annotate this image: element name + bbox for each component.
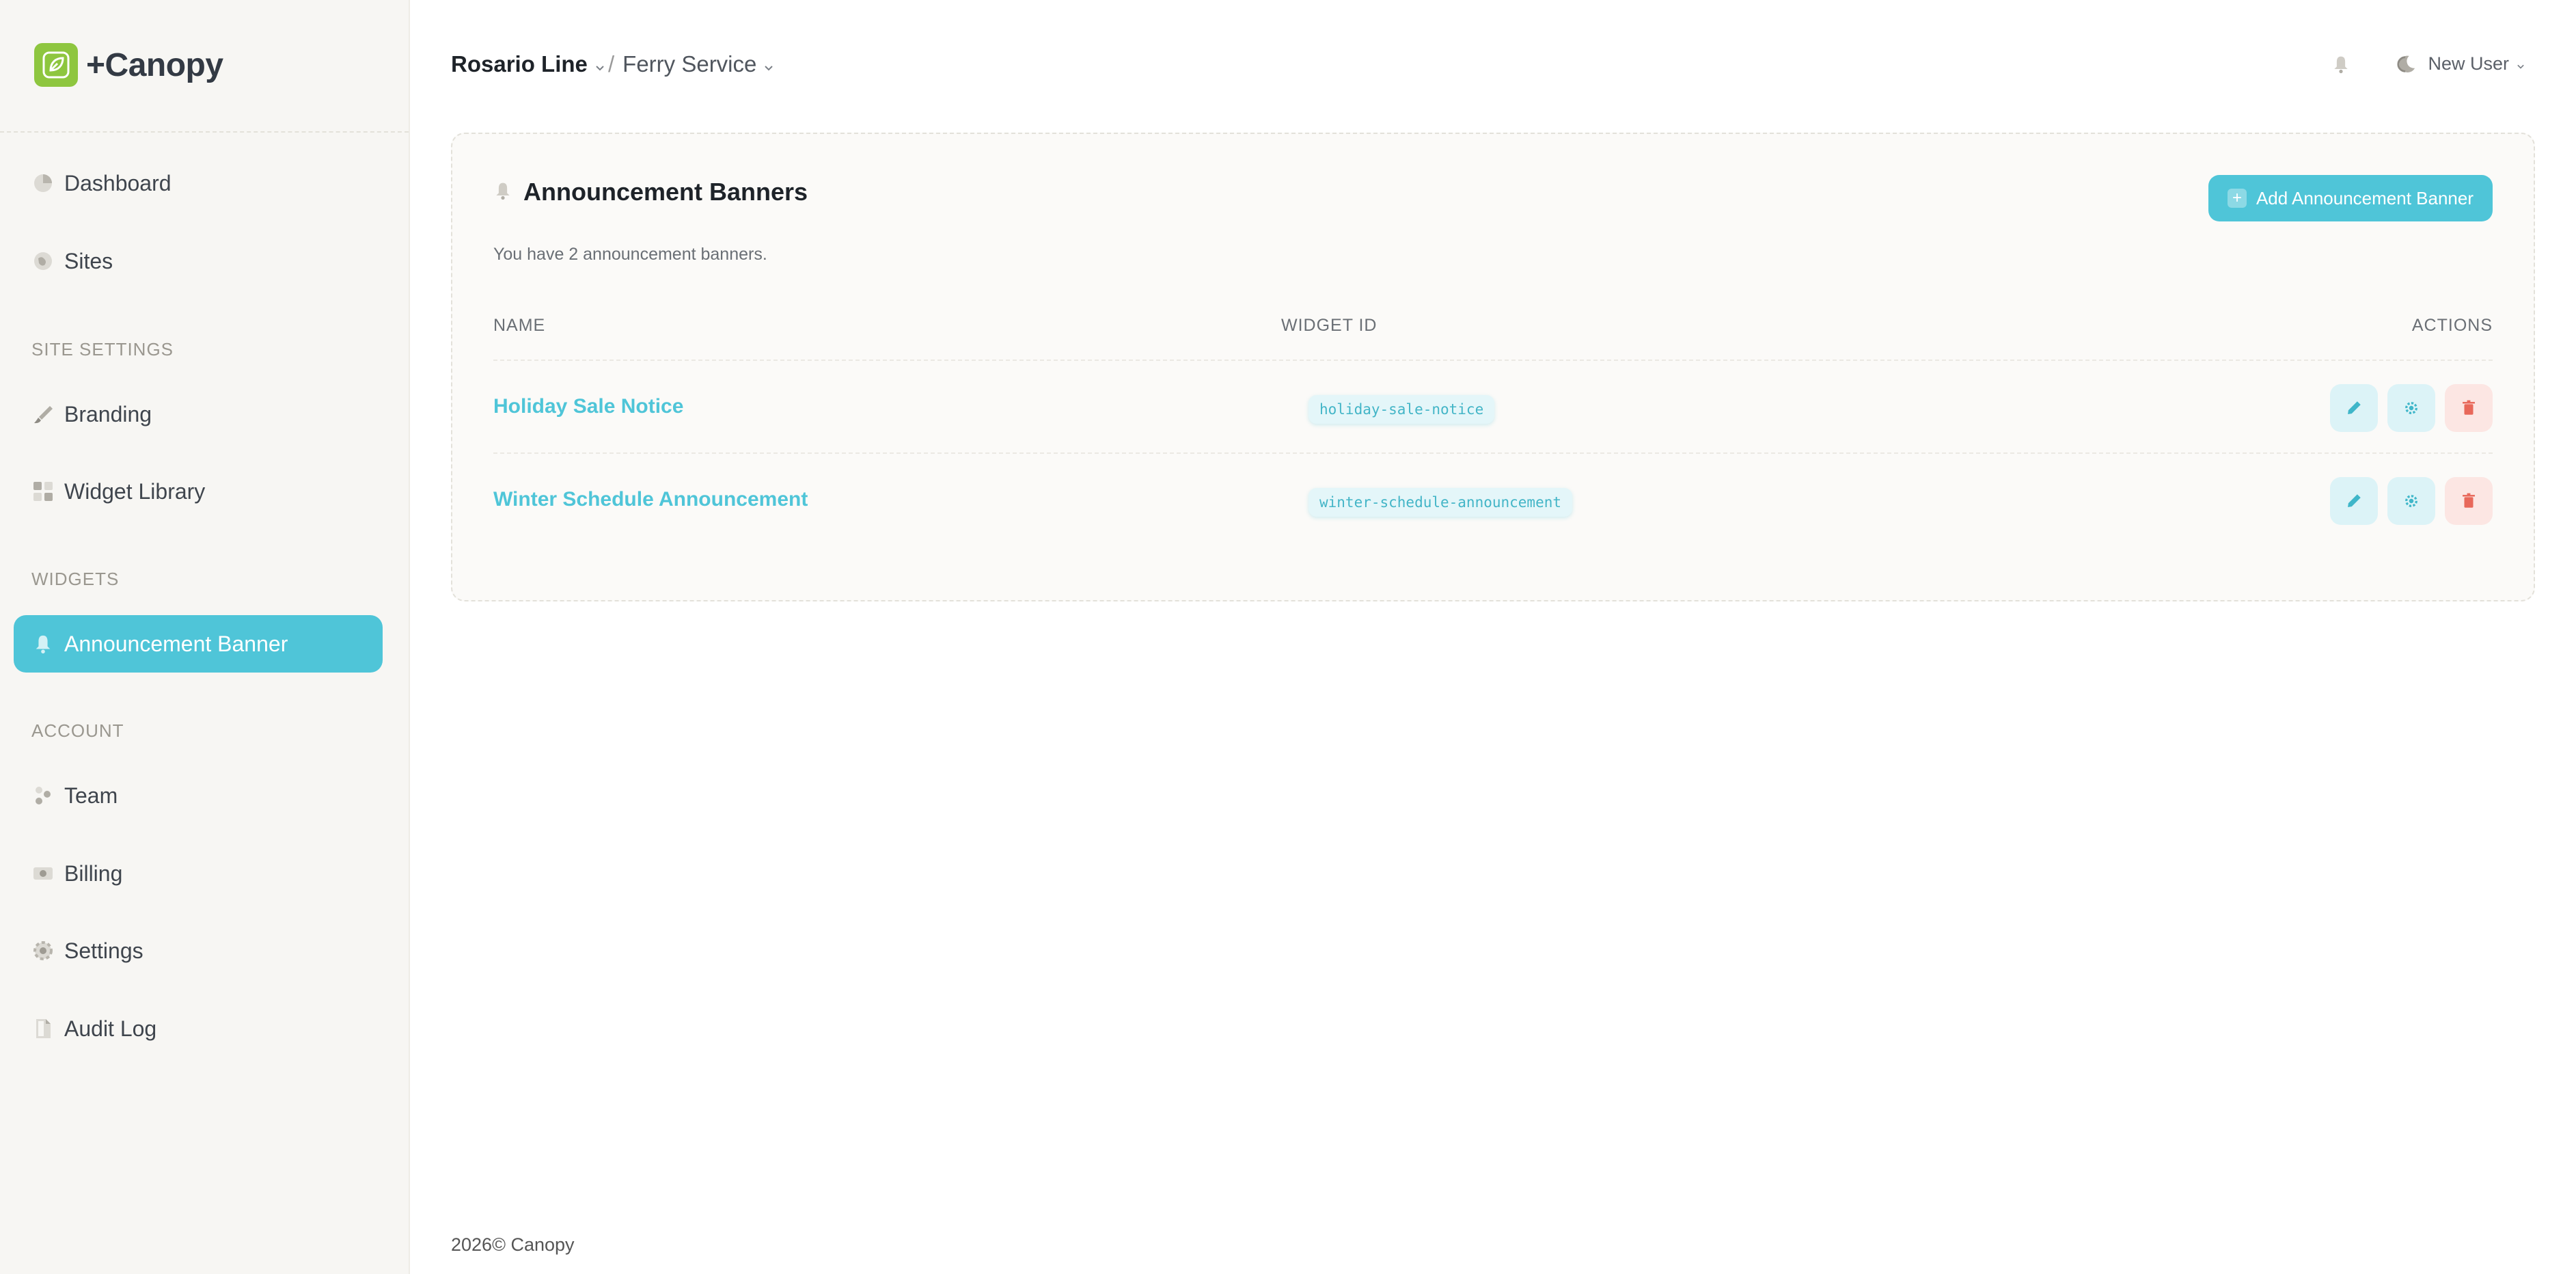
page-footer: 2026© Canopy xyxy=(451,1234,575,1256)
sidebar-item-announcement-banner[interactable]: Announcement Banner xyxy=(14,615,383,673)
pencil-icon xyxy=(2348,494,2361,507)
column-header-actions: ACTIONS xyxy=(2411,316,2493,335)
widget-id-badge: holiday-sale-notice xyxy=(1308,395,1495,424)
site-name: Ferry Service xyxy=(622,51,757,77)
user-name: New User xyxy=(2428,53,2509,74)
edit-button[interactable] xyxy=(2330,477,2378,525)
delete-button[interactable] xyxy=(2445,477,2493,525)
app-logo[interactable]: +Canopy xyxy=(34,42,223,87)
table-row: Holiday Sale Notice holiday-sale-notice xyxy=(493,360,2493,452)
app-name: +Canopy xyxy=(86,46,223,83)
sidebar-item-widget-library[interactable]: Widget Library xyxy=(14,463,383,520)
pie-chart-icon xyxy=(31,172,55,195)
table-row: Winter Schedule Announcement winter-sche… xyxy=(493,452,2493,545)
site-switcher[interactable]: / Ferry Service xyxy=(608,51,774,77)
sidebar-item-dashboard[interactable]: Dashboard xyxy=(14,154,383,212)
chevron-down-icon xyxy=(2516,53,2525,74)
document-icon xyxy=(31,1017,55,1040)
banner-name-link[interactable]: Holiday Sale Notice xyxy=(493,395,683,418)
card-subtitle: You have 2 announcement banners. xyxy=(493,245,767,264)
configure-button[interactable] xyxy=(2387,477,2435,525)
bell-icon xyxy=(493,181,512,204)
gear-icon xyxy=(2405,402,2417,414)
section-title-account: ACCOUNT xyxy=(31,720,124,741)
brush-icon xyxy=(31,403,55,426)
pencil-icon xyxy=(2348,401,2361,414)
org-name: Rosario Line xyxy=(451,51,588,77)
column-header-widget-id: WIDGET ID xyxy=(1281,316,1378,335)
user-menu[interactable]: New User xyxy=(2428,53,2525,74)
sidebar-item-audit-log[interactable]: Audit Log xyxy=(14,1000,383,1057)
notifications-bell-icon[interactable] xyxy=(2329,52,2353,77)
announcement-banners-card: Announcement Banners You have 2 announce… xyxy=(451,133,2535,601)
configure-button[interactable] xyxy=(2387,384,2435,432)
sidebar-item-team[interactable]: Team xyxy=(14,767,383,824)
top-header: Rosario Line / Ferry Service New User xyxy=(410,0,2576,130)
globe-icon xyxy=(31,249,55,273)
breadcrumb-separator: / xyxy=(608,51,615,77)
row-actions xyxy=(2330,477,2493,525)
sidebar-item-branding[interactable]: Branding xyxy=(14,385,383,443)
section-title-site-settings: SITE SETTINGS xyxy=(31,339,174,360)
card-title: Announcement Banners xyxy=(523,178,808,206)
add-announcement-banner-button[interactable]: + Add Announcement Banner xyxy=(2208,175,2493,221)
widget-id-badge: winter-schedule-announcement xyxy=(1308,488,1573,517)
footer-brand[interactable]: Canopy xyxy=(510,1234,574,1255)
sidebar-item-billing[interactable]: Billing xyxy=(14,845,383,902)
canopy-logo-icon xyxy=(34,43,78,87)
footer-year: 2026© xyxy=(451,1234,506,1255)
theme-toggle-moon-icon[interactable] xyxy=(2394,52,2419,77)
plus-icon: + xyxy=(2227,189,2247,208)
banner-name-link[interactable]: Winter Schedule Announcement xyxy=(493,488,808,511)
grid-icon xyxy=(31,480,55,503)
team-icon xyxy=(31,784,55,807)
section-title-widgets: WIDGETS xyxy=(31,569,120,589)
billing-icon xyxy=(31,862,55,885)
card-header: Announcement Banners xyxy=(493,178,808,206)
gear-icon xyxy=(2405,495,2417,507)
chevron-down-icon xyxy=(594,51,605,77)
gear-icon xyxy=(31,939,55,962)
bell-icon xyxy=(31,632,55,655)
delete-button[interactable] xyxy=(2445,384,2493,432)
sidebar-item-settings[interactable]: Settings xyxy=(14,922,383,979)
sidebar-item-sites[interactable]: Sites xyxy=(14,232,383,290)
row-actions xyxy=(2330,384,2493,432)
sidebar: +Canopy Dashboard Sites SITE SETTINGS Br… xyxy=(0,0,410,1274)
org-switcher[interactable]: Rosario Line xyxy=(451,51,605,77)
column-header-name: NAME xyxy=(493,316,546,335)
sidebar-divider xyxy=(0,131,409,133)
edit-button[interactable] xyxy=(2330,384,2378,432)
chevron-down-icon xyxy=(763,51,774,77)
add-button-label: Add Announcement Banner xyxy=(2256,187,2474,208)
trash-icon xyxy=(2463,493,2475,508)
trash-icon xyxy=(2463,400,2475,415)
